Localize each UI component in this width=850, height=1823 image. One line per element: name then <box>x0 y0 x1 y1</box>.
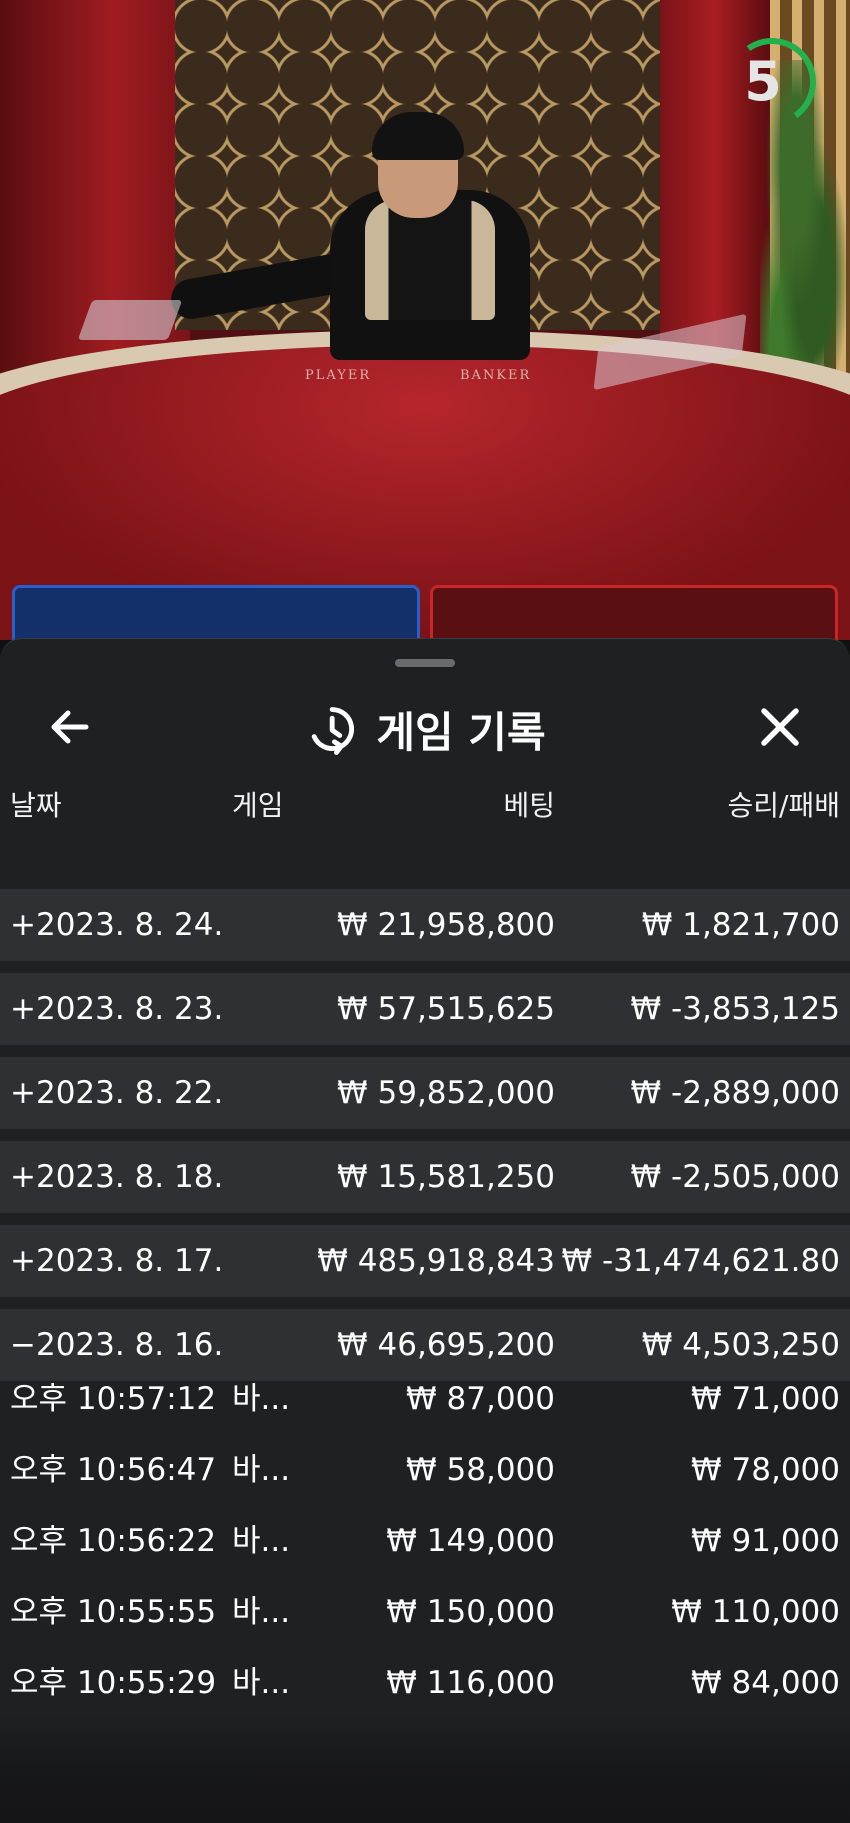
close-icon <box>761 708 799 746</box>
round-row[interactable]: 오후 10:56:22 바... ₩ 149,000 ₩ 91,000 <box>0 1506 850 1577</box>
group-bet: ₩ 59,852,000 <box>337 1075 555 1111</box>
round-time: 오후 10:57:12 <box>10 1381 217 1417</box>
round-game: 바... <box>232 1665 291 1701</box>
group-bet: ₩ 21,958,800 <box>337 907 555 943</box>
round-game: 바... <box>232 1452 291 1488</box>
group-result: ₩ -3,853,125 <box>630 991 840 1027</box>
group-bet: ₩ 15,581,250 <box>337 1159 555 1195</box>
date-group-row[interactable]: +2023. 8. 18. ₩ 15,581,250 ₩ -2,505,000 <box>0 1141 850 1213</box>
close-button[interactable] <box>750 697 810 757</box>
date-group-row[interactable]: +2023. 8. 17. ₩ 485,918,843 ₩ -31,474,62… <box>0 1225 850 1297</box>
drag-handle[interactable] <box>395 659 455 667</box>
group-date: +2023. 8. 24. <box>10 907 224 943</box>
round-game: 바... <box>232 1523 291 1559</box>
felt-label-banker: BANKER <box>460 368 532 383</box>
round-bet: ₩ 58,000 <box>406 1452 555 1488</box>
round-result: ₩ 91,000 <box>691 1523 840 1559</box>
column-game: 게임 <box>232 789 284 822</box>
round-bet: ₩ 149,000 <box>386 1523 555 1559</box>
date-group-row[interactable]: +2023. 8. 23. ₩ 57,515,625 ₩ -3,853,125 <box>0 973 850 1045</box>
column-result: 승리/패배 <box>727 789 840 822</box>
felt-label-player: PLAYER <box>305 368 372 383</box>
arrow-left-icon <box>51 710 89 744</box>
group-date: +2023. 8. 17. <box>10 1243 224 1279</box>
column-header: 날짜 게임 베팅 승리/패배 <box>0 784 850 840</box>
timer-seconds: 5 <box>744 50 782 113</box>
round-time: 오후 10:55:55 <box>10 1594 217 1630</box>
round-game: 바... <box>232 1381 291 1417</box>
group-result: ₩ 1,821,700 <box>641 907 840 943</box>
live-video: PLAYER BANKER 5 <box>0 0 850 640</box>
game-history-sheet: 게임 기록 날짜 게임 베팅 승리/패배 +2023. 8. 24. ₩ 21,… <box>0 638 850 1823</box>
group-result: ₩ -2,889,000 <box>630 1075 840 1111</box>
group-date: +2023. 8. 18. <box>10 1159 224 1195</box>
round-bet: ₩ 87,000 <box>406 1381 555 1417</box>
round-game: 바... <box>232 1594 291 1630</box>
round-timer: 5 <box>721 31 823 133</box>
card-shoe <box>77 300 183 340</box>
column-date: 날짜 <box>10 789 62 822</box>
back-button[interactable] <box>40 697 100 757</box>
round-time: 오후 10:55:29 <box>10 1665 217 1701</box>
column-bet: 베팅 <box>503 789 555 822</box>
date-group-list: +2023. 8. 24. ₩ 21,958,800 ₩ 1,821,700 +… <box>0 889 850 1393</box>
history-icon <box>312 707 355 755</box>
round-row[interactable]: 오후 10:57:12 바... ₩ 87,000 ₩ 71,000 <box>0 1364 850 1435</box>
date-group-row[interactable]: +2023. 8. 22. ₩ 59,852,000 ₩ -2,889,000 <box>0 1057 850 1129</box>
group-result: ₩ -31,474,621.80 <box>561 1243 841 1279</box>
sheet-header: 게임 기록 <box>0 679 850 779</box>
round-result: ₩ 110,000 <box>671 1594 840 1630</box>
round-time: 오후 10:56:22 <box>10 1523 217 1559</box>
round-row[interactable]: 오후 10:55:29 바... ₩ 116,000 ₩ 84,000 <box>0 1648 850 1719</box>
group-date: +2023. 8. 22. <box>10 1075 224 1111</box>
round-row[interactable]: 오후 10:56:47 바... ₩ 58,000 ₩ 78,000 <box>0 1435 850 1506</box>
round-bet: ₩ 116,000 <box>386 1665 555 1701</box>
group-bet: ₩ 485,918,843 <box>317 1243 555 1279</box>
dealer-vest <box>365 200 495 320</box>
title-group: 게임 기록 <box>0 679 850 779</box>
round-result: ₩ 78,000 <box>691 1452 840 1488</box>
round-bet: ₩ 150,000 <box>386 1594 555 1630</box>
round-detail-list: 오후 10:57:12 바... ₩ 87,000 ₩ 71,000 오후 10… <box>0 1364 850 1719</box>
round-row[interactable]: 오후 10:55:55 바... ₩ 150,000 ₩ 110,000 <box>0 1577 850 1648</box>
group-date: +2023. 8. 23. <box>10 991 224 1027</box>
round-result: ₩ 71,000 <box>691 1381 840 1417</box>
banker-bet-bar[interactable] <box>430 585 838 640</box>
date-group-row[interactable]: +2023. 8. 24. ₩ 21,958,800 ₩ 1,821,700 <box>0 889 850 961</box>
sheet-title: 게임 기록 <box>376 707 546 757</box>
player-bet-bar[interactable] <box>12 585 420 640</box>
group-bet: ₩ 57,515,625 <box>337 991 555 1027</box>
round-result: ₩ 84,000 <box>691 1665 840 1701</box>
group-result: ₩ -2,505,000 <box>630 1159 840 1195</box>
round-time: 오후 10:56:47 <box>10 1452 217 1488</box>
scroll-fade <box>0 1709 850 1823</box>
